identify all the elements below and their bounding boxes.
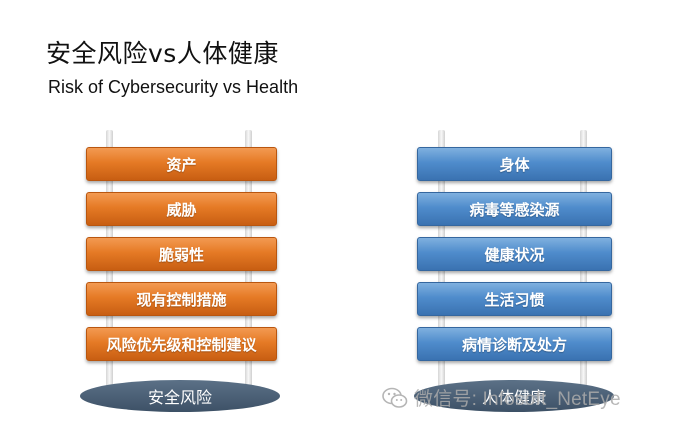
left-rung-asset: 资产	[86, 147, 277, 181]
right-rung-diagnosis: 病情诊断及处方	[417, 327, 612, 361]
left-rung-threat: 威胁	[86, 192, 277, 226]
right-rung-body: 身体	[417, 147, 612, 181]
wechat-icon	[382, 387, 408, 409]
diagram-subtitle: Risk of Cybersecurity vs Health	[48, 77, 299, 97]
right-rung-lifestyle: 生活习惯	[417, 282, 612, 316]
right-rung-infection-source: 病毒等感染源	[417, 192, 612, 226]
diagram-title: 安全风险vs人体健康	[46, 39, 279, 68]
left-base-security-risk: 安全风险	[80, 380, 280, 412]
wechat-watermark: 微信号: Infosoft_NetEye	[382, 384, 621, 411]
left-rung-existing-controls: 现有控制措施	[86, 282, 277, 316]
right-rung-health-status: 健康状况	[417, 237, 612, 271]
watermark-text: 微信号: Infosoft_NetEye	[414, 389, 621, 410]
left-rung-risk-priority: 风险优先级和控制建议	[86, 327, 277, 361]
left-rung-vulnerability: 脆弱性	[86, 237, 277, 271]
